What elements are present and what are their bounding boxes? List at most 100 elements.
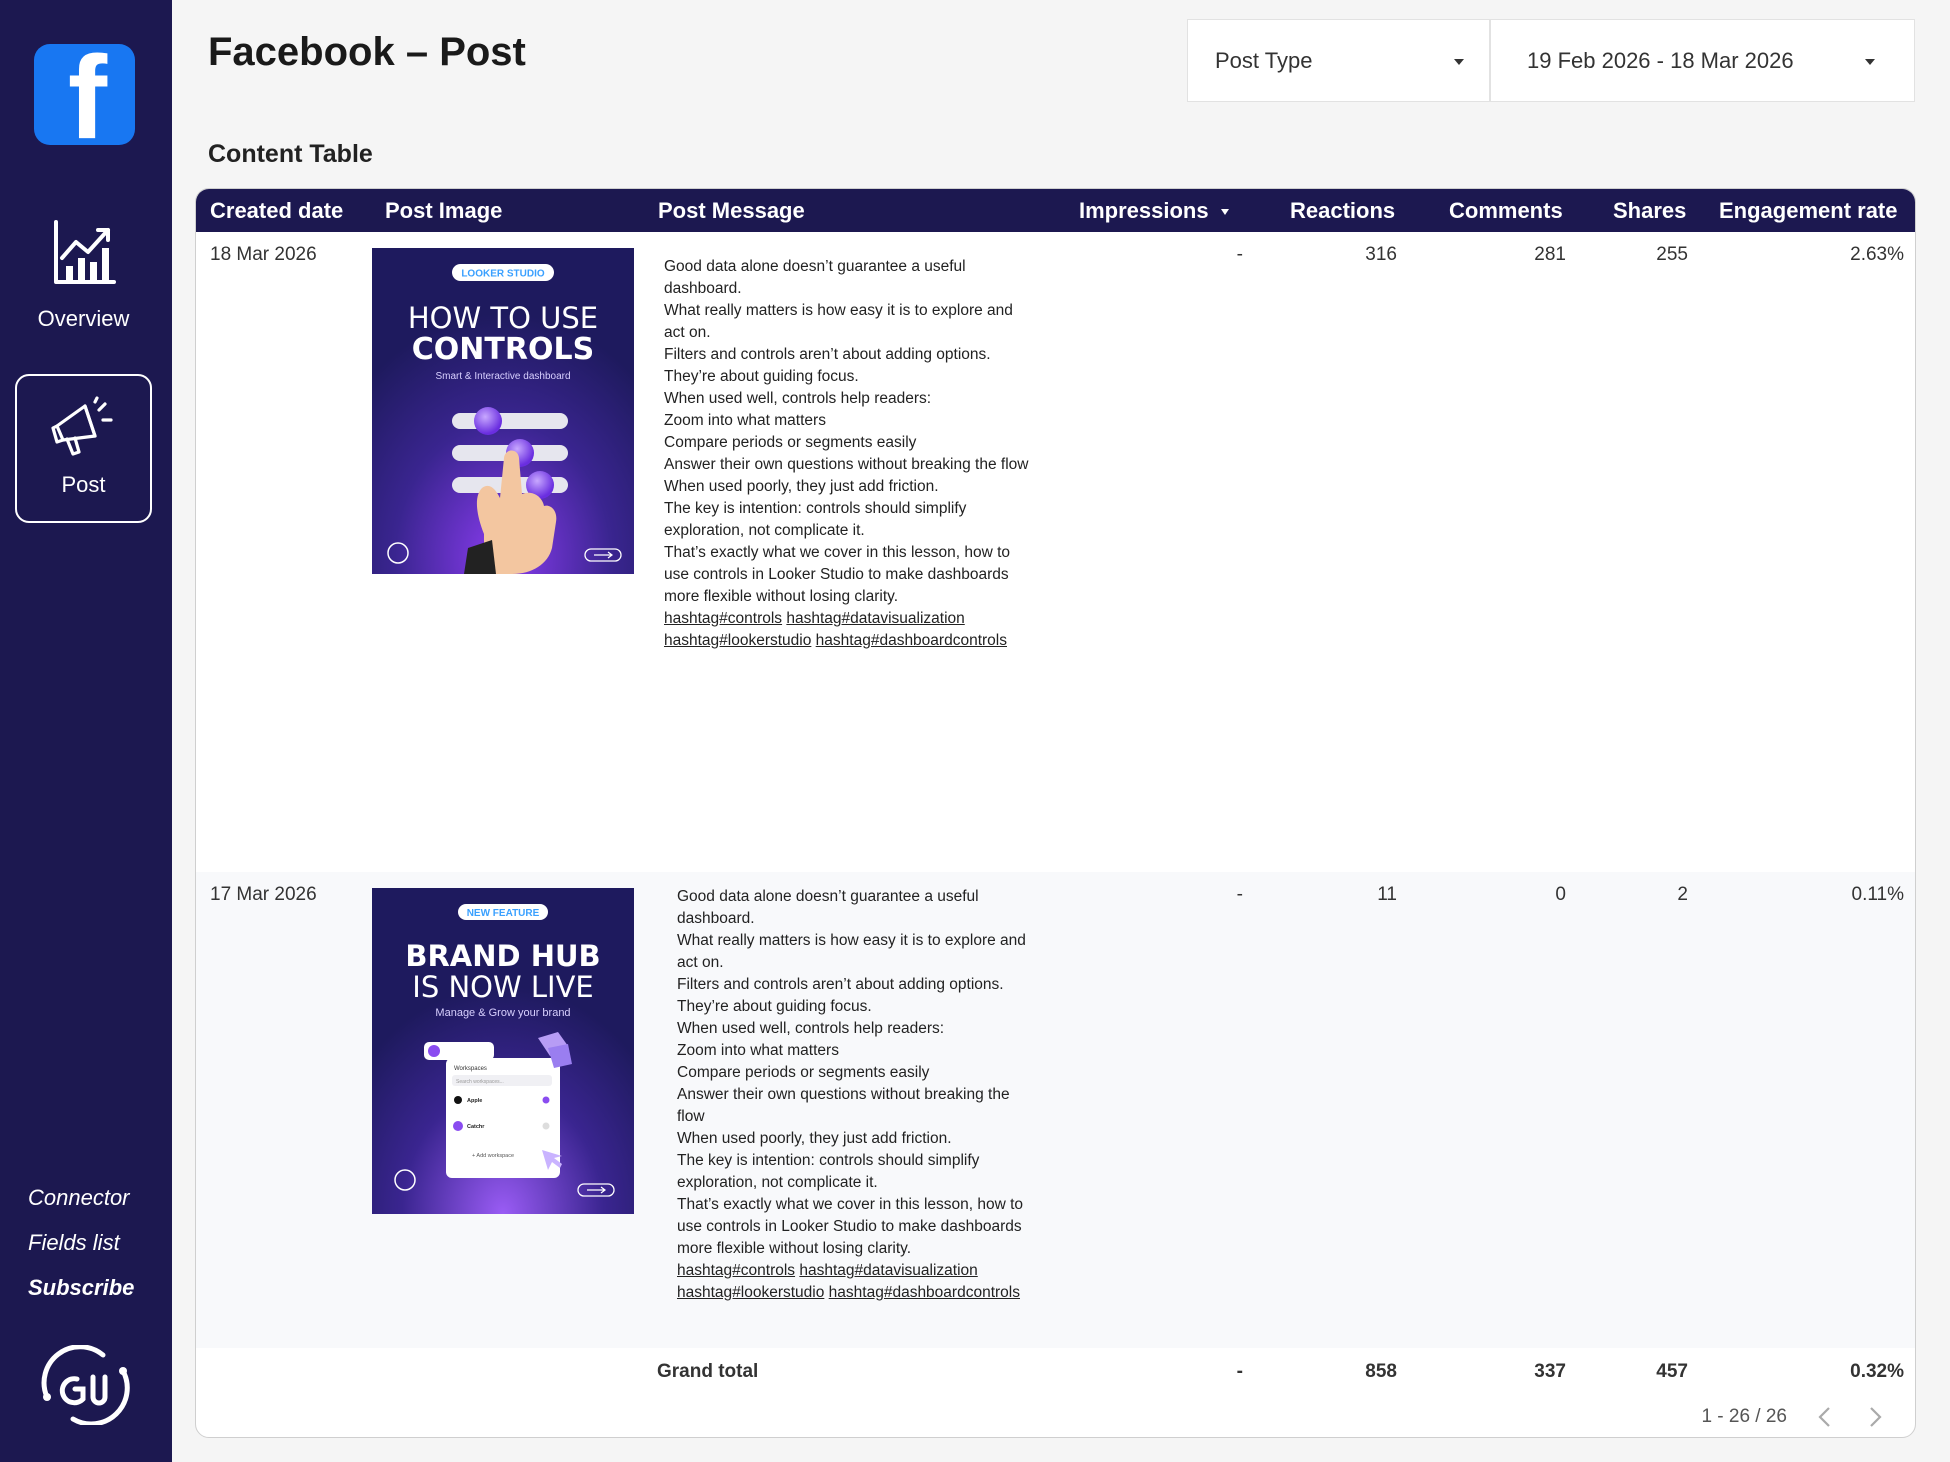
image-title-line1: BRAND HUB [405, 939, 600, 973]
hashtag-link[interactable]: hashtag#dashboardcontrols [816, 632, 1007, 649]
post-message-line: They’re about guiding focus. [677, 998, 872, 1015]
image-badge-text: LOOKER STUDIO [461, 269, 545, 280]
post-message-line: exploration, not complicate it. [664, 522, 865, 539]
panel-title: Workspaces [454, 1066, 487, 1072]
comments-cell: 0 [1555, 884, 1566, 905]
post-message-line: Filters and controls aren’t about adding… [677, 976, 1004, 993]
content-table: Created date Post Image Post Message Imp… [195, 188, 1916, 1438]
hashtag-link[interactable]: hashtag#controls [677, 1262, 795, 1279]
post-message-line: more flexible without losing clarity. [664, 588, 899, 605]
hashtag-link[interactable]: hashtag#controls [664, 610, 782, 627]
post-message-text: Good data alone doesn’t guarantee a usef… [664, 256, 1064, 608]
facebook-logo-icon: f [34, 44, 135, 145]
column-header-shares[interactable]: Shares [1613, 198, 1686, 224]
shares-cell: 2 [1677, 884, 1688, 905]
column-header-post-image[interactable]: Post Image [385, 198, 502, 224]
image-subtitle: Manage & Grow your brand [435, 1007, 570, 1019]
sort-descending-icon [1220, 209, 1229, 216]
hashtag-line: hashtag#controls hashtag#datavisualizati… [664, 608, 1064, 630]
total-shares: 457 [1656, 1361, 1688, 1382]
post-message-line: When used well, controls help readers: [664, 390, 932, 407]
post-message-line: dashboard. [677, 910, 755, 927]
post-type-dropdown[interactable]: Post Type [1187, 19, 1490, 102]
total-impressions: - [1236, 1361, 1243, 1382]
post-message-line: Compare periods or segments easily [677, 1064, 930, 1081]
hashtag-line: hashtag#controls hashtag#datavisualizati… [677, 1260, 1077, 1282]
sidebar-links: Connector Fields list Subscribe [28, 1183, 134, 1318]
fields-list-link[interactable]: Fields list [28, 1228, 134, 1273]
post-message-line: flow [677, 1108, 705, 1125]
caret-down-icon [1865, 59, 1875, 65]
column-header-label: Impressions [1079, 198, 1209, 223]
column-header-comments[interactable]: Comments [1449, 198, 1563, 224]
reactions-cell: 11 [1377, 884, 1397, 905]
created-date-cell: 17 Mar 2026 [210, 884, 317, 905]
hashtag-link[interactable]: hashtag#dashboardcontrols [829, 1284, 1020, 1301]
pagination: 1 - 26 / 26 [1701, 1402, 1891, 1432]
next-page-button[interactable] [1861, 1402, 1891, 1432]
post-type-label: Post Type [1215, 47, 1313, 73]
post-message-line: Zoom into what matters [664, 412, 826, 429]
post-message-line: Good data alone doesn’t guarantee a usef… [664, 258, 966, 275]
post-message-line: They’re about guiding focus. [664, 368, 859, 385]
post-message-line: Answer their own questions without break… [677, 1086, 1010, 1103]
post-message-line: act on. [677, 954, 724, 971]
total-comments: 337 [1534, 1361, 1566, 1382]
impressions-cell: - [1236, 244, 1243, 265]
hashtag-link[interactable]: hashtag#datavisualization [799, 1262, 977, 1279]
shares-cell: 255 [1656, 244, 1688, 265]
subscribe-link[interactable]: Subscribe [28, 1273, 134, 1318]
column-header-post-message[interactable]: Post Message [658, 198, 805, 224]
hashtag-link[interactable]: hashtag#lookerstudio [677, 1284, 824, 1301]
caret-down-icon [1454, 59, 1464, 65]
chevron-right-icon [1870, 1407, 1882, 1427]
column-header-impressions[interactable]: Impressions [1079, 198, 1229, 224]
table-row: 18 Mar 2026 LOOKER STUDIO HOW TO USE CON… [196, 232, 1915, 872]
panel-item: Catchr [467, 1124, 485, 1130]
sidebar-item-post[interactable]: Post [15, 374, 152, 523]
hashtag-link[interactable]: hashtag#datavisualization [786, 610, 964, 627]
post-message-line: When used poorly, they just add friction… [664, 478, 939, 495]
image-subtitle: Smart & Interactive dashboard [435, 371, 570, 382]
post-message-line: more flexible without losing clarity. [677, 1240, 912, 1257]
engagement-rate-cell: 0.11% [1851, 884, 1904, 905]
created-date-cell: 18 Mar 2026 [210, 244, 317, 265]
column-header-created-date[interactable]: Created date [210, 198, 343, 224]
post-message-line: dashboard. [664, 280, 742, 297]
post-image[interactable]: NEW FEATURE BRAND HUB IS NOW LIVE Manage… [372, 888, 634, 1214]
post-message-line: use controls in Looker Studio to make da… [677, 1218, 1022, 1235]
table-header: Created date Post Image Post Message Imp… [196, 189, 1915, 232]
hashtag-link[interactable]: hashtag#lookerstudio [664, 632, 811, 649]
panel-item: Apple [467, 1098, 482, 1104]
post-message-line: act on. [664, 324, 711, 341]
post-message-line: That’s exactly what we cover in this les… [677, 1196, 1024, 1213]
sidebar-item-label: Post [61, 472, 106, 497]
post-message-line: exploration, not complicate it. [677, 1174, 878, 1191]
previous-page-button[interactable] [1809, 1402, 1839, 1432]
post-message-text: Good data alone doesn’t guarantee a usef… [677, 886, 1077, 1260]
post-message-line: When used well, controls help readers: [677, 1020, 945, 1037]
image-badge-text: NEW FEATURE [467, 908, 540, 919]
chart-icon [53, 220, 116, 284]
post-message-line: What really matters is how easy it is to… [677, 932, 1026, 949]
total-reactions: 858 [1365, 1361, 1397, 1382]
date-range-picker[interactable]: 19 Feb 2026 - 18 Mar 2026 [1490, 19, 1915, 102]
post-message-line: Answer their own questions without break… [664, 456, 1029, 473]
panel-add: + Add workspace [472, 1153, 514, 1159]
post-message-line: Compare periods or segments easily [664, 434, 917, 451]
grand-total-row: Grand total - 858 337 457 0.32% [196, 1348, 1915, 1398]
date-range-label: 19 Feb 2026 - 18 Mar 2026 [1527, 47, 1794, 73]
pagination-range: 1 - 26 / 26 [1701, 1406, 1787, 1427]
sidebar-item-label: Overview [37, 306, 130, 331]
comments-cell: 281 [1534, 244, 1566, 265]
image-title-line1: HOW TO USE [408, 301, 598, 335]
image-title-line2: CONTROLS [412, 332, 594, 367]
column-header-reactions[interactable]: Reactions [1290, 198, 1395, 224]
column-header-engagement-rate[interactable]: Engagement rate [1719, 198, 1898, 224]
total-engagement-rate: 0.32% [1850, 1361, 1904, 1382]
sidebar-item-overview[interactable]: Overview [15, 208, 152, 357]
post-image[interactable]: LOOKER STUDIO HOW TO USE CONTROLS Smart … [372, 248, 634, 574]
page-title: Facebook – Post [208, 30, 526, 74]
post-message-line: use controls in Looker Studio to make da… [664, 566, 1009, 583]
connector-link[interactable]: Connector [28, 1183, 134, 1228]
